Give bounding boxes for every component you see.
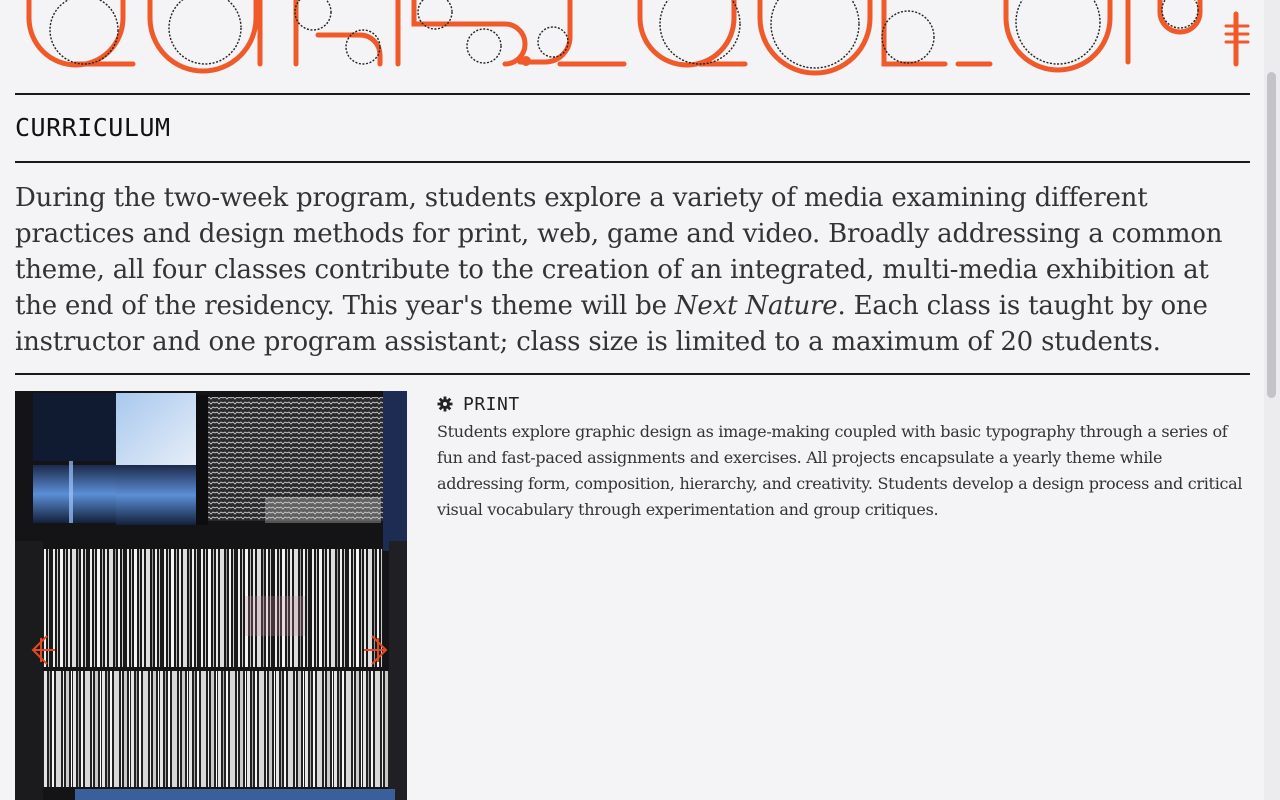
theme-name: Next Nature (674, 291, 838, 321)
course-header: PRINT (437, 393, 1247, 415)
gallery-prev-button[interactable] (27, 632, 57, 668)
scrollbar-thumb[interactable] (1267, 72, 1276, 398)
gear-icon (437, 396, 453, 412)
course-print: PRINT Students explore graphic design as… (437, 393, 1247, 523)
site-logotype-banner[interactable] (0, 0, 1264, 78)
course-description: Students explore graphic design as image… (437, 422, 1243, 519)
divider-intro (15, 373, 1250, 375)
divider-top (15, 93, 1250, 95)
curriculum-intro: During the two-week program, students ex… (15, 180, 1255, 360)
page-scrollbar[interactable] (1264, 0, 1280, 800)
arrow-left-icon (31, 635, 55, 665)
divider-heading (15, 161, 1250, 163)
course-title: PRINT (463, 393, 520, 415)
arrow-right-icon (364, 635, 388, 665)
section-heading: CURRICULUM (15, 113, 171, 142)
gallery-image (15, 391, 407, 800)
gallery-next-button[interactable] (362, 632, 392, 668)
